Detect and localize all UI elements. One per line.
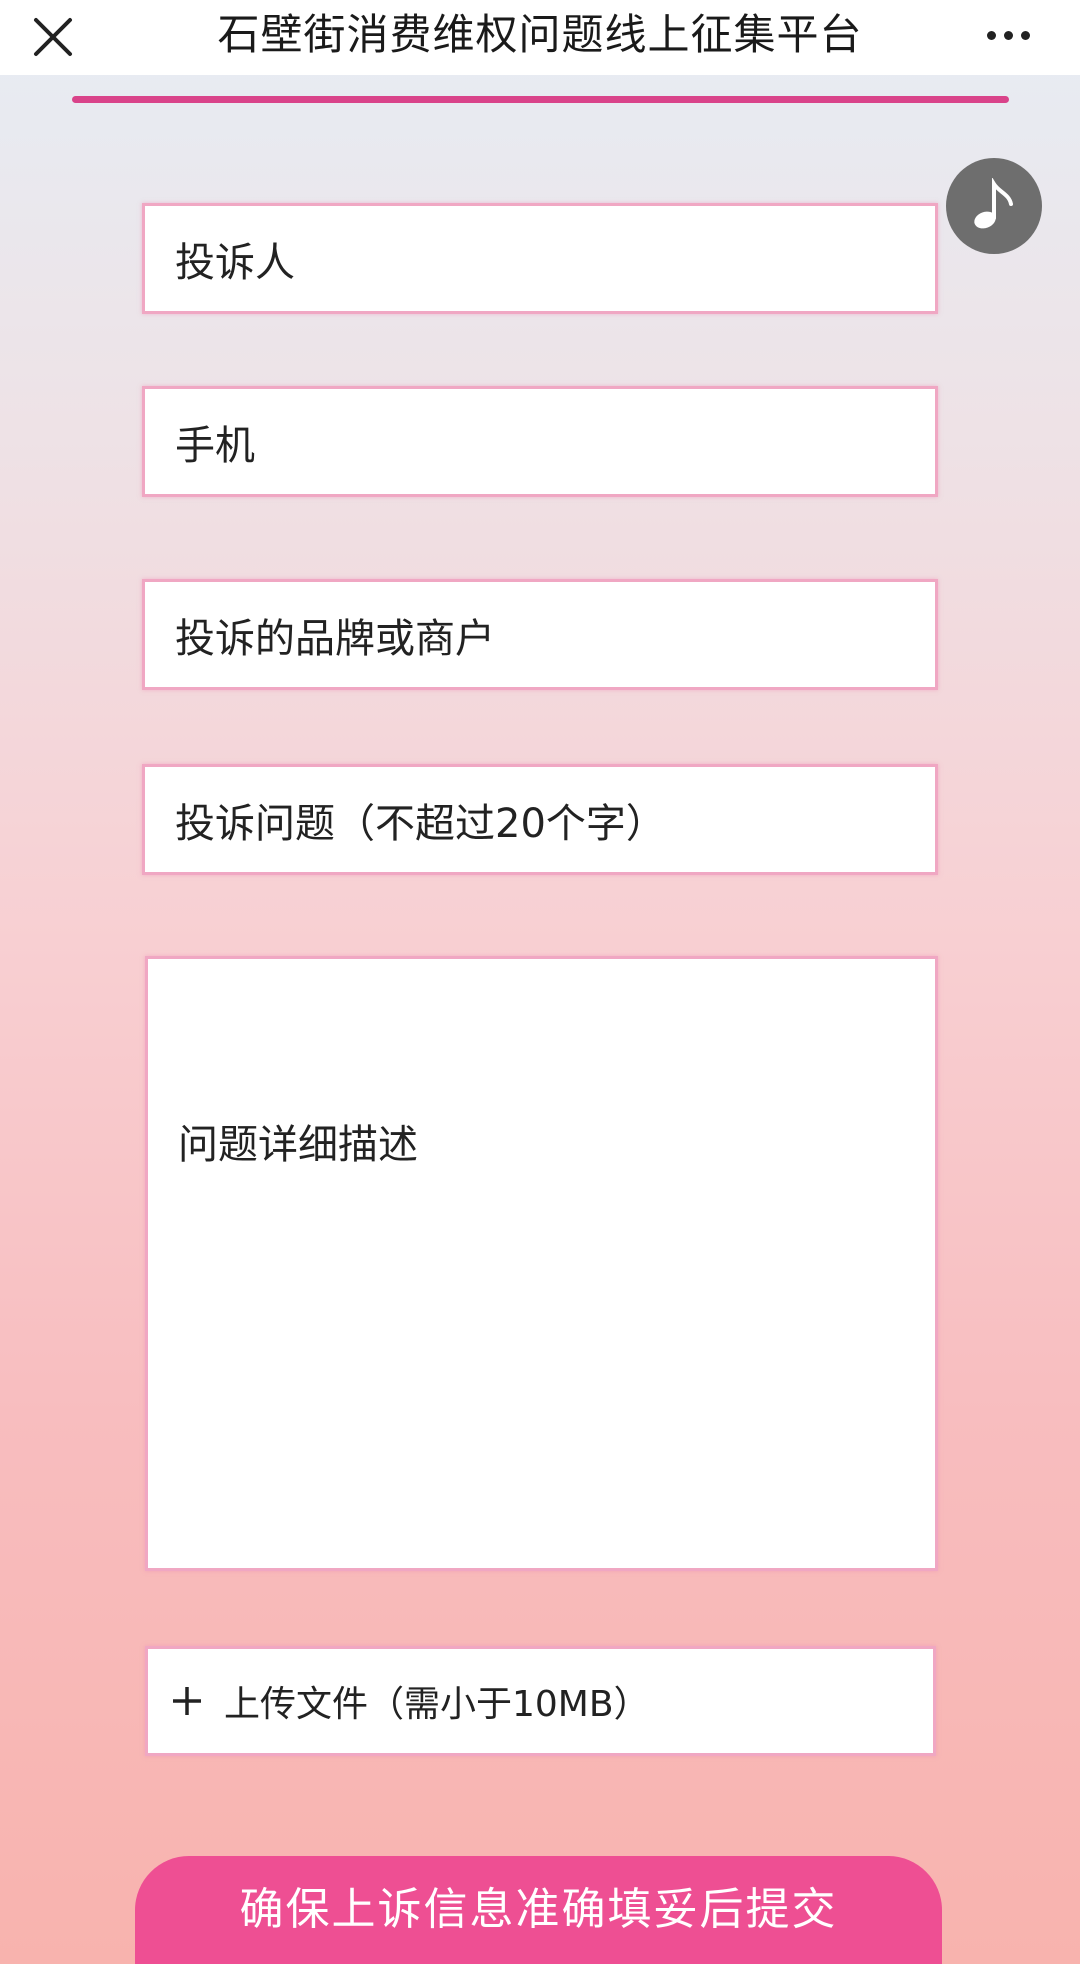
upload-file-button[interactable]: 上传文件（需小于10MB）: [145, 1646, 936, 1756]
submit-button[interactable]: 确保上诉信息准确填妥后提交: [135, 1856, 942, 1964]
upload-file-label: 上传文件（需小于10MB）: [224, 1684, 650, 1725]
phone-input[interactable]: 手机: [142, 386, 938, 497]
more-icon: [1020, 30, 1030, 40]
progress-bar: [72, 96, 1009, 103]
music-note-icon: [974, 178, 1013, 229]
more-icon: [986, 30, 996, 40]
issue-detail-placeholder: 问题详细描述: [178, 1122, 418, 1168]
complaint-issue-placeholder: 投诉问题（不超过20个字）: [175, 800, 666, 847]
brand-merchant-placeholder: 投诉的品牌或商户: [175, 615, 495, 662]
top-bar: 石壁街消费维权问题线上征集平台: [0, 0, 1080, 75]
music-toggle-button[interactable]: [946, 158, 1042, 254]
more-button[interactable]: [968, 10, 1048, 60]
phone-placeholder: 手机: [175, 422, 255, 469]
plus-icon: [173, 1687, 201, 1715]
more-icon: [1003, 30, 1013, 40]
issue-detail-textarea[interactable]: 问题详细描述: [145, 956, 938, 1571]
complainant-name-placeholder: 投诉人: [175, 239, 295, 286]
page-title: 石壁街消费维权问题线上征集平台: [217, 10, 863, 59]
complaint-issue-input[interactable]: 投诉问题（不超过20个字）: [142, 764, 938, 875]
brand-merchant-input[interactable]: 投诉的品牌或商户: [142, 579, 938, 690]
complainant-name-input[interactable]: 投诉人: [142, 203, 938, 314]
upload-file-content: 上传文件（需小于10MB）: [170, 1649, 650, 1753]
